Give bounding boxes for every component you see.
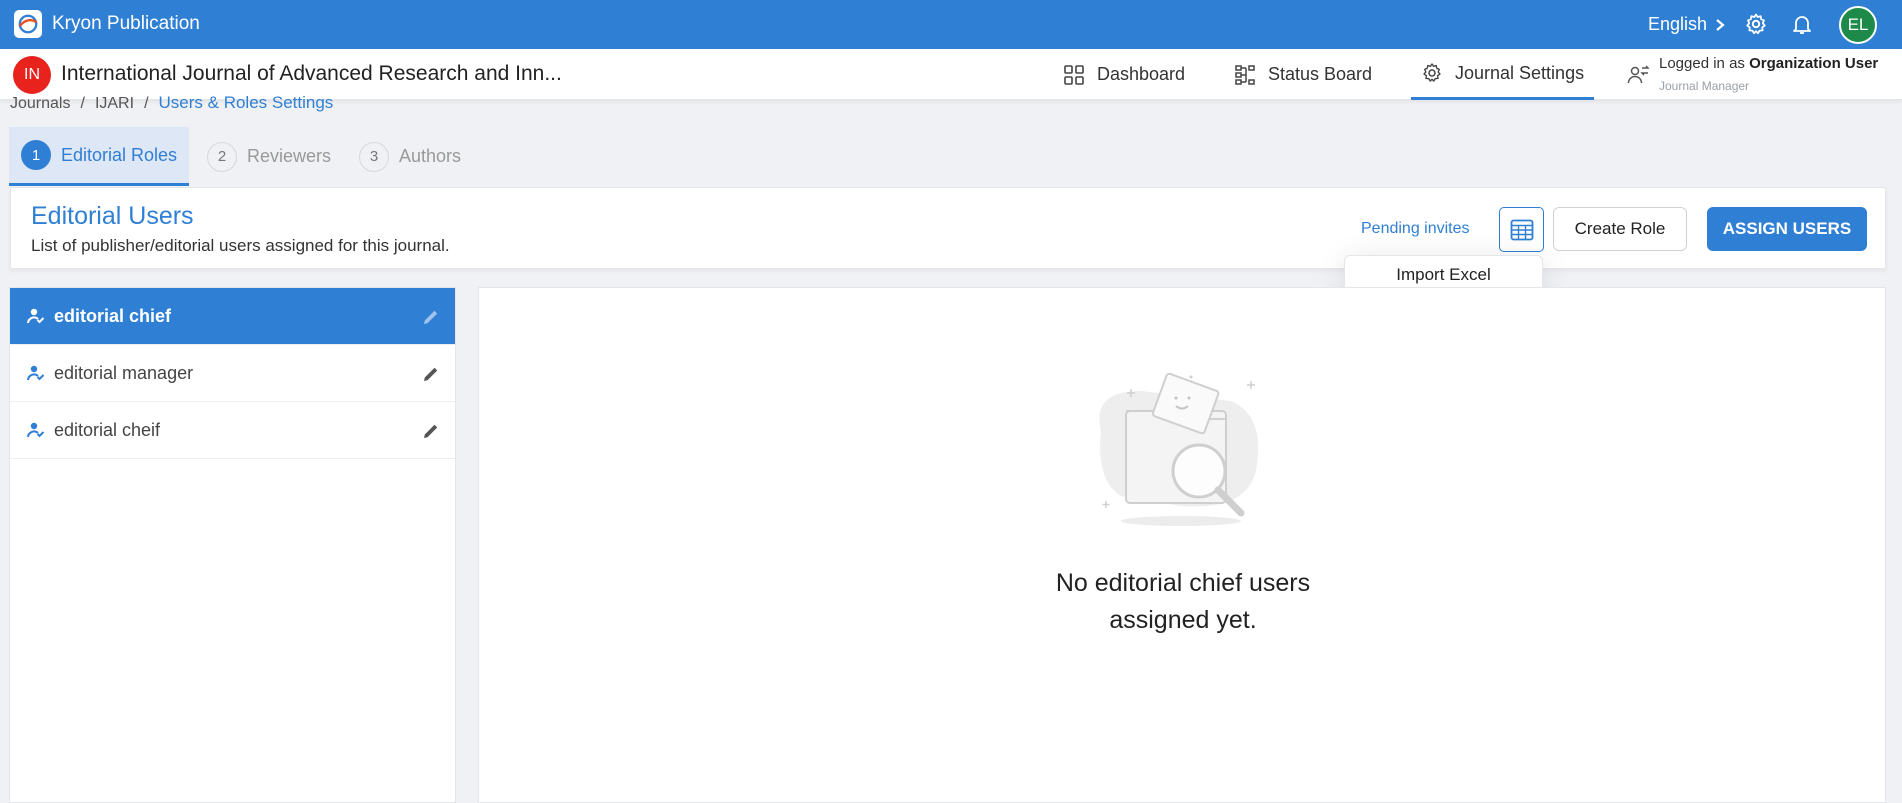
step-number: 3 — [359, 141, 389, 172]
empty-state-message: No editorial chief users assigned yet. — [479, 565, 1887, 639]
login-prefix: Logged in as — [1659, 55, 1745, 72]
breadcrumb-current: Users & Roles Settings — [158, 93, 334, 112]
role-item-editorial-cheif[interactable]: editorial cheif — [10, 402, 455, 459]
create-role-button[interactable]: Create Role — [1553, 207, 1687, 251]
excel-menu-button[interactable] — [1499, 207, 1544, 252]
role-label: editorial chief — [54, 305, 172, 326]
tab-label: Authors — [399, 146, 462, 166]
nav-journal-settings-label: Journal Settings — [1455, 62, 1585, 83]
login-user: Organization User — [1749, 55, 1879, 72]
nav-dashboard-label: Dashboard — [1097, 64, 1186, 84]
journal-badge: IN — [13, 56, 51, 94]
user-check-icon — [27, 308, 45, 324]
dashboard-icon — [1064, 64, 1084, 85]
table-grid-icon — [1510, 219, 1533, 240]
user-avatar[interactable]: EL — [1839, 6, 1877, 44]
empty-folder-search-illustration — [1099, 372, 1259, 526]
settings-gear-icon — [1423, 63, 1441, 82]
editorial-users-header: Editorial Users List of publisher/editor… — [10, 187, 1886, 269]
role-item-editorial-chief[interactable]: editorial chief — [10, 288, 455, 345]
tab-label: Editorial Roles — [61, 144, 178, 165]
users-panel: No editorial chief users assigned yet. — [478, 287, 1886, 803]
step-number: 2 — [207, 141, 237, 172]
breadcrumb-separator: / — [144, 95, 149, 112]
edit-pencil-icon[interactable] — [421, 364, 441, 384]
breadcrumb: Journals / IJARI / Users & Roles Settings — [10, 93, 333, 113]
app-header: Kryon Publication English EL — [0, 0, 1902, 49]
user-check-icon — [27, 422, 45, 438]
language-selector[interactable]: English — [1648, 14, 1727, 35]
assign-users-button[interactable]: ASSIGN USERS — [1707, 207, 1867, 251]
role-item-editorial-manager[interactable]: editorial manager — [10, 345, 455, 402]
role-list: editorial chief editorial manager editor… — [9, 287, 456, 803]
login-text: Logged in as Organization User — [1659, 55, 1878, 72]
role-label: editorial cheif — [54, 419, 161, 440]
tab-editorial-roles[interactable]: 1 Editorial Roles — [9, 127, 190, 186]
breadcrumb-separator: / — [80, 95, 85, 112]
tab-authors[interactable]: 3 Authors — [359, 127, 461, 186]
nav-status-board[interactable]: Status Board — [1234, 49, 1372, 100]
nav-journal-settings[interactable]: Journal Settings — [1411, 49, 1595, 100]
nav-status-board-label: Status Board — [1268, 64, 1373, 84]
gear-icon[interactable] — [1744, 12, 1768, 36]
empty-state-line1: No editorial chief users — [1055, 569, 1311, 597]
journal-title: International Journal of Advanced Resear… — [61, 62, 562, 85]
nav-dashboard[interactable]: Dashboard — [1063, 49, 1185, 100]
pending-invites-link[interactable]: Pending invites — [1361, 220, 1470, 238]
breadcrumb-ijari[interactable]: IJARI — [95, 95, 134, 112]
chevron-right-icon — [1716, 18, 1725, 31]
section-title: Editorial Users — [31, 202, 194, 230]
tab-reviewers[interactable]: 2 Reviewers — [207, 127, 331, 186]
user-check-icon — [27, 365, 45, 381]
login-role: Journal Manager — [1659, 79, 1750, 93]
language-label: English — [1648, 14, 1708, 34]
section-subtitle: List of publisher/editorial users assign… — [31, 236, 450, 255]
empty-state-line2: assigned yet. — [1109, 606, 1257, 634]
status-board-icon — [1235, 64, 1255, 85]
edit-pencil-icon[interactable] — [421, 307, 441, 327]
role-label: editorial manager — [54, 362, 194, 383]
app-title: Kryon Publication — [52, 13, 200, 34]
step-number: 1 — [21, 140, 51, 170]
tab-label: Reviewers — [247, 146, 332, 166]
bell-icon[interactable] — [1790, 12, 1814, 36]
app-logo-icon[interactable] — [14, 10, 42, 38]
user-switch-icon — [1627, 65, 1650, 84]
edit-pencil-icon[interactable] — [421, 421, 441, 441]
breadcrumb-journals[interactable]: Journals — [10, 95, 70, 112]
